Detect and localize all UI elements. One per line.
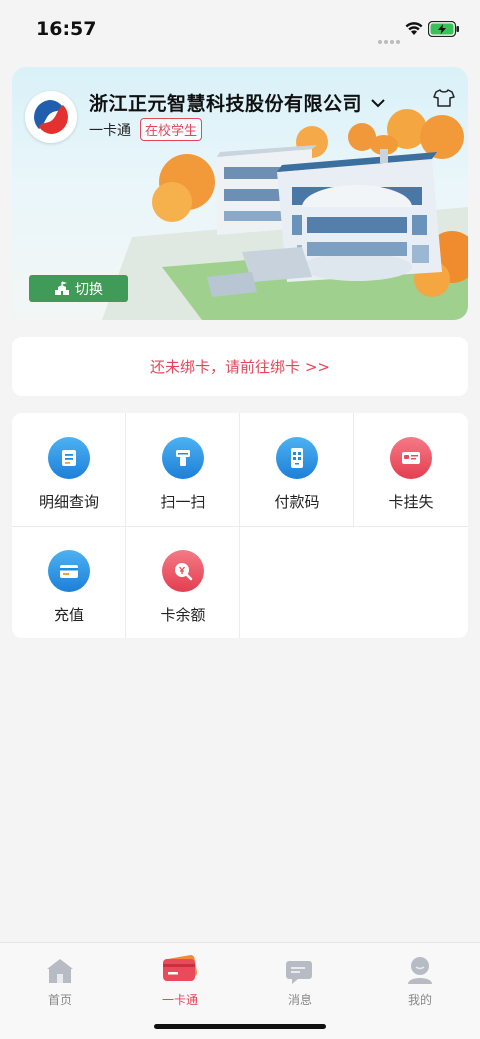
home-indicator	[154, 1024, 326, 1029]
scan-icon	[162, 437, 204, 479]
battery-icon	[428, 21, 459, 37]
card-balance-icon	[162, 550, 204, 592]
service-label: 明细查询	[38, 493, 99, 511]
service-label: 付款码	[274, 493, 320, 511]
shirt-icon[interactable]	[433, 88, 455, 108]
profile-icon	[408, 957, 432, 984]
recharge-icon	[48, 550, 90, 592]
signal-dots-icon	[378, 29, 402, 48]
tab-label: 消息	[287, 993, 312, 1007]
home-icon	[47, 959, 73, 983]
wifi-icon	[405, 22, 423, 35]
message-icon	[286, 961, 312, 984]
tab-label: 我的	[407, 993, 432, 1007]
service-scan[interactable]: 扫一扫	[126, 413, 240, 525]
tab-home[interactable]: 首页	[0, 943, 120, 1013]
service-label: 卡余额	[160, 606, 206, 624]
service-payment-code[interactable]: 付款码	[240, 413, 354, 525]
switch-label: 切换	[75, 281, 103, 298]
tab-label: 首页	[47, 993, 72, 1007]
card-label: 一卡通	[89, 122, 131, 139]
status-time: 16:57	[36, 18, 97, 40]
service-card-loss[interactable]: 卡挂失	[354, 413, 468, 525]
tab-card[interactable]: 一卡通	[120, 943, 240, 1013]
company-selector[interactable]: 浙江正元智慧科技股份有限公司	[89, 89, 386, 116]
tab-messages[interactable]: 消息	[240, 943, 360, 1013]
company-name: 浙江正元智慧科技股份有限公司	[89, 93, 363, 115]
service-label: 充值	[53, 606, 84, 624]
card-info-row: 一卡通 在校学生	[89, 118, 203, 141]
bind-card-link[interactable]: 还未绑卡，请前往绑卡 >>	[12, 337, 468, 396]
service-recharge[interactable]: 充值	[12, 526, 126, 638]
payment-code-icon	[276, 437, 318, 479]
status-badge: 在校学生	[140, 118, 203, 141]
service-label: 扫一扫	[160, 493, 206, 511]
service-label: 卡挂失	[388, 493, 434, 511]
card-loss-icon	[390, 437, 432, 479]
service-card-balance[interactable]: 卡余额	[126, 526, 240, 638]
card-icon	[162, 955, 198, 981]
detail-query-icon	[48, 437, 90, 479]
switch-button[interactable]: 切换	[29, 275, 128, 302]
campus-header-card: 浙江正元智慧科技股份有限公司 一卡通 在校学生 切换	[12, 67, 468, 320]
status-bar: 16:57	[0, 0, 480, 60]
tab-profile[interactable]: 我的	[360, 943, 480, 1013]
chevron-down-icon	[371, 98, 385, 107]
school-icon	[55, 281, 69, 295]
company-logo	[25, 91, 77, 143]
service-detail-query[interactable]: 明细查询	[12, 413, 126, 525]
tab-label: 一卡通	[161, 993, 198, 1007]
services-grid: 明细查询 扫一扫 付款码 卡挂失 充值 卡余额	[12, 413, 468, 638]
